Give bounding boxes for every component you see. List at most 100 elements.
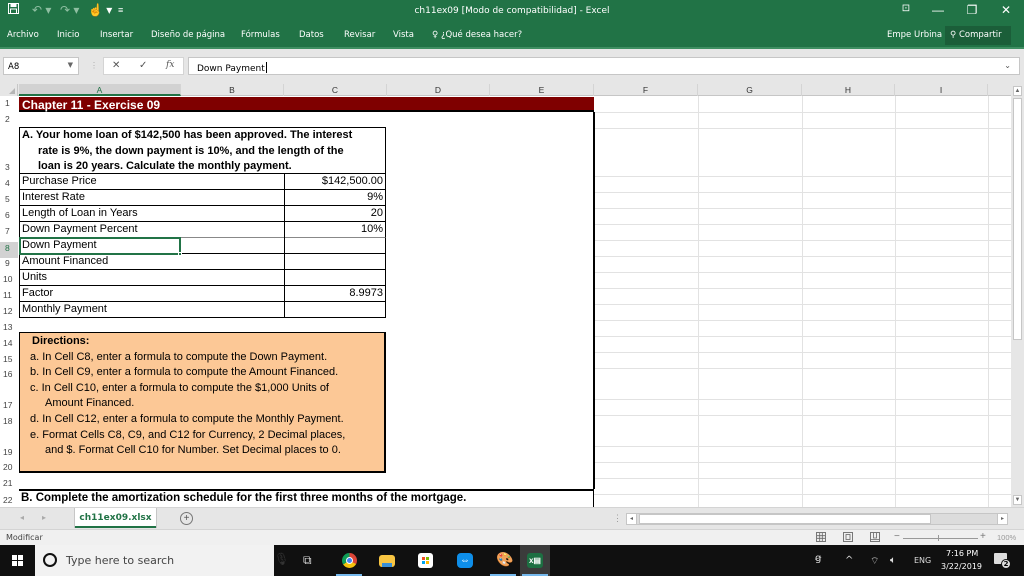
row-header[interactable]: 19 xyxy=(0,447,18,457)
vertical-scrollbar[interactable]: ▲ ▼ xyxy=(1011,84,1024,507)
row-header[interactable]: 22 xyxy=(0,495,18,505)
taskbar-app-store[interactable] xyxy=(411,545,441,576)
normal-view-icon[interactable] xyxy=(816,532,826,542)
scroll-sheets-right-icon[interactable]: ▸ xyxy=(42,513,46,522)
row-value[interactable]: 10% xyxy=(361,223,383,235)
chevron-down-icon[interactable]: ▼ xyxy=(68,61,73,69)
expand-formula-bar-icon[interactable]: ⌄ xyxy=(1004,61,1011,70)
column-header-c[interactable]: C xyxy=(284,84,387,96)
volume-icon[interactable]: 🔈︎ xyxy=(890,555,896,566)
scroll-up-icon[interactable]: ▲ xyxy=(1013,86,1022,96)
tab-datos[interactable]: Datos xyxy=(299,30,324,40)
row-header[interactable]: 4 xyxy=(0,178,18,188)
row-header[interactable]: 14 xyxy=(0,338,18,348)
tab-archivo[interactable]: Archivo xyxy=(7,30,39,40)
show-hidden-icons-chevron[interactable]: ^ xyxy=(845,555,853,566)
row-header[interactable]: 17 xyxy=(0,400,18,410)
row-header[interactable]: 3 xyxy=(0,162,18,172)
row-header[interactable]: 2 xyxy=(0,114,18,124)
row-header[interactable]: 5 xyxy=(0,194,18,204)
active-cell-selection[interactable] xyxy=(19,237,182,256)
scroll-right-icon[interactable]: ▸ xyxy=(997,514,1007,524)
name-box[interactable]: A8 ▼ xyxy=(3,57,79,75)
row-header[interactable]: 18 xyxy=(0,416,18,426)
add-sheet-icon[interactable]: + xyxy=(180,512,193,525)
row-value[interactable]: $142,500.00 xyxy=(322,175,383,187)
tab-inicio[interactable]: Inicio xyxy=(57,30,80,40)
column-header-a[interactable]: A xyxy=(19,84,181,96)
page-break-preview-icon[interactable] xyxy=(870,532,880,542)
tab-revisar[interactable]: Revisar xyxy=(344,30,375,40)
directions-box[interactable]: Directions: a. In Cell C8, enter a formu… xyxy=(19,332,386,473)
row-header[interactable]: 1 xyxy=(0,98,18,108)
worksheet-grid[interactable]: A B C D E F G H I 1 2 3 4 5 6 7 8 9 10 1… xyxy=(0,84,1011,507)
column-header-i[interactable]: I xyxy=(895,84,988,96)
column-header-b[interactable]: B xyxy=(181,84,284,96)
column-header-h[interactable]: H xyxy=(802,84,895,96)
row-header[interactable]: 7 xyxy=(0,226,18,236)
page-layout-view-icon[interactable] xyxy=(843,532,853,542)
row-header[interactable]: 11 xyxy=(0,290,18,300)
scroll-sheets-left-icon[interactable]: ◂ xyxy=(20,513,24,522)
horizontal-scrollbar[interactable]: ◂ ▸ xyxy=(626,513,1008,525)
task-view-button[interactable]: ⧉ xyxy=(294,545,324,576)
taskbar-search[interactable]: Type here to search 🎙︎ xyxy=(35,545,289,576)
row-header[interactable]: 10 xyxy=(0,274,18,284)
sheet-title[interactable]: Chapter 11 - Exercise 09 xyxy=(19,97,594,112)
ribbon-display-options-icon[interactable]: ⊡ xyxy=(896,3,916,14)
sheet-tab-active[interactable]: ch11ex09.xlsx xyxy=(75,508,156,528)
column-header-f[interactable]: F xyxy=(594,84,698,96)
row-header[interactable]: 8 xyxy=(0,242,18,258)
scroll-down-icon[interactable]: ▼ xyxy=(1013,495,1022,505)
row-label[interactable]: Interest Rate xyxy=(22,191,85,203)
column-header-e[interactable]: E xyxy=(490,84,594,96)
start-button[interactable] xyxy=(0,545,34,576)
share-button[interactable]: ⚲ Compartir xyxy=(945,26,1011,45)
close-button[interactable]: ✕ xyxy=(996,3,1016,17)
clock-date[interactable]: 3/22/2019 xyxy=(941,562,982,571)
tell-me-box[interactable]: ♀ ¿Qué desea hacer? xyxy=(432,30,522,40)
tab-formulas[interactable]: Fórmulas xyxy=(241,30,280,40)
restore-button[interactable]: ❐ xyxy=(962,3,982,17)
people-icon[interactable]: ꞡ xyxy=(815,553,821,564)
row-header[interactable]: 12 xyxy=(0,306,18,316)
row-label[interactable]: Amount Financed xyxy=(22,255,108,267)
row-label[interactable]: Purchase Price xyxy=(22,175,97,187)
formula-input[interactable]: Down Payment ⌄ xyxy=(188,57,1020,75)
row-label[interactable]: Down Payment Percent xyxy=(22,223,138,235)
row-value[interactable]: 8.9973 xyxy=(349,287,383,299)
column-header-g[interactable]: G xyxy=(698,84,802,96)
fill-handle[interactable] xyxy=(178,252,182,256)
row-label[interactable]: Units xyxy=(22,271,47,283)
column-header-d[interactable]: D xyxy=(387,84,490,96)
cancel-icon[interactable]: ✕ xyxy=(112,60,120,71)
problem-a-text[interactable]: A. Your home loan of $142,500 has been a… xyxy=(19,127,386,174)
taskbar-app-paint[interactable]: 🎨 xyxy=(488,545,518,576)
row-value[interactable]: 9% xyxy=(367,191,383,203)
taskbar-app-excel[interactable]: x▤ xyxy=(520,545,550,576)
clock-time[interactable]: 7:16 PM xyxy=(946,549,978,558)
taskbar-app-chrome[interactable] xyxy=(334,545,364,576)
enter-icon[interactable]: ✓ xyxy=(139,60,147,71)
taskbar-app-teamviewer[interactable]: ⇔ xyxy=(450,545,480,576)
row-header[interactable]: 6 xyxy=(0,210,18,220)
row-header[interactable]: 16 xyxy=(0,369,18,379)
insert-function-icon[interactable]: fx xyxy=(166,60,174,70)
row-label[interactable]: Monthly Payment xyxy=(22,303,107,315)
row-label[interactable]: Length of Loan in Years xyxy=(22,207,138,219)
taskbar-app-file-explorer[interactable] xyxy=(372,545,402,576)
horizontal-scroll-thumb[interactable] xyxy=(639,514,931,524)
row-header[interactable]: 9 xyxy=(0,258,18,268)
problem-b-text[interactable]: B. Complete the amortization schedule fo… xyxy=(19,489,594,507)
row-header[interactable]: 13 xyxy=(0,322,18,332)
minimize-button[interactable]: — xyxy=(928,3,948,17)
select-all-button[interactable] xyxy=(0,84,18,96)
zoom-in-button[interactable]: + xyxy=(980,531,986,542)
row-header[interactable]: 21 xyxy=(0,478,18,488)
tab-diseno-de-pagina[interactable]: Diseño de página xyxy=(151,30,225,40)
zoom-level[interactable]: 100% xyxy=(997,533,1016,542)
row-label[interactable]: Factor xyxy=(22,287,53,299)
microphone-icon[interactable]: 🎙︎ xyxy=(274,552,289,566)
grip-icon[interactable]: ⋮ xyxy=(90,61,98,70)
zoom-out-button[interactable]: − xyxy=(894,531,900,542)
